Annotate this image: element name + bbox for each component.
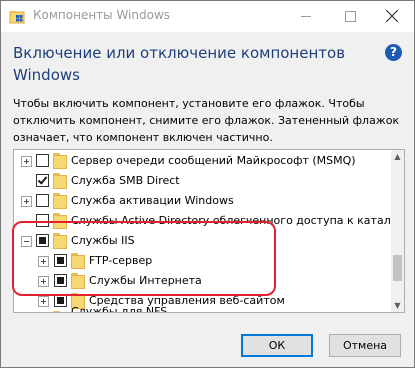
windows-components-icon — [9, 11, 25, 24]
highlight-annotation — [12, 221, 276, 296]
folder-icon — [53, 311, 67, 312]
window-title: Компоненты Windows — [33, 8, 171, 22]
close-button[interactable] — [370, 1, 414, 32]
page-title: Включение или отключение компонентов Win… — [13, 44, 346, 84]
maximize-icon — [345, 11, 356, 22]
dialog-window: Компоненты Windows Включение или отключе… — [0, 0, 415, 368]
instructions-text: Чтобы включить компонент, установите его… — [13, 97, 400, 144]
tree-item-msmq[interactable]: Сервер очереди сообщений Майкрософт (MSM… — [14, 150, 390, 172]
folder-icon — [53, 153, 67, 169]
scroll-up-icon[interactable]: ▲ — [391, 150, 404, 163]
tree-item-label: Служба SMB Direct — [71, 174, 180, 187]
expand-icon[interactable] — [21, 196, 32, 207]
title-bar[interactable]: Компоненты Windows — [1, 1, 414, 32]
checkbox[interactable] — [36, 174, 49, 187]
tree-item-activation[interactable]: Служба активации Windows — [14, 190, 390, 212]
expand-icon[interactable] — [21, 156, 32, 167]
minimize-icon — [301, 16, 311, 17]
tree-item-nfs[interactable]: Службы для NFS — [14, 305, 390, 313]
vertical-scrollbar[interactable]: ▲ ▼ — [391, 150, 404, 312]
tree-item-label: Сервер очереди сообщений Майкрософт (MSM… — [71, 154, 356, 167]
cancel-button[interactable]: Отмена — [329, 334, 401, 357]
tree-item-smb-direct[interactable]: Служба SMB Direct — [14, 170, 390, 192]
checkbox[interactable] — [36, 312, 49, 313]
checkbox[interactable] — [36, 194, 49, 207]
folder-icon — [53, 173, 67, 189]
checkbox[interactable] — [36, 154, 49, 167]
scroll-down-icon[interactable]: ▼ — [391, 299, 404, 312]
folder-icon — [53, 193, 67, 209]
maximize-button[interactable] — [328, 1, 372, 32]
help-icon[interactable]: ? — [385, 44, 402, 61]
scroll-thumb[interactable] — [393, 255, 402, 281]
expand-icon[interactable] — [38, 296, 49, 307]
ok-button[interactable]: ОК — [241, 334, 313, 357]
tree-item-label: Службы для NFS — [71, 305, 168, 313]
minimize-button[interactable] — [284, 1, 328, 32]
tree-item-label: Служба активации Windows — [71, 194, 234, 207]
close-icon — [385, 9, 399, 23]
